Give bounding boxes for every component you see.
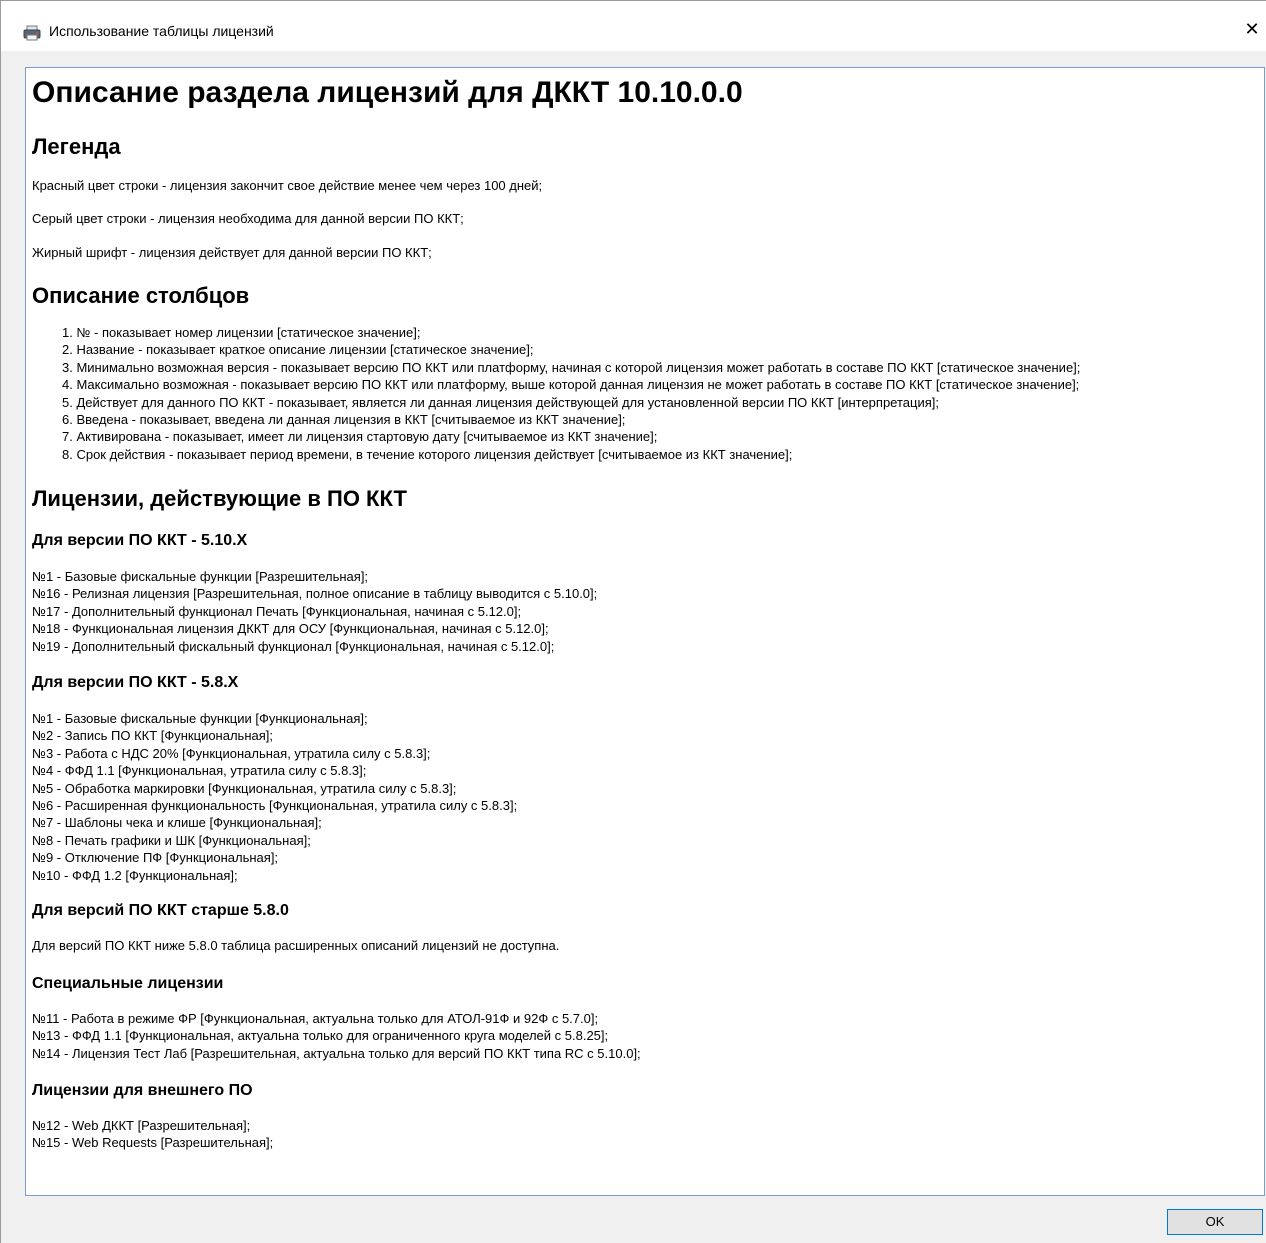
list-item: №8 - Печать графики и ШК [Функциональная…: [32, 832, 311, 848]
external-list: №12 - Web ДККТ [Разрешительная]; №15 - W…: [32, 1117, 273, 1152]
legend-heading: Легенда: [32, 134, 121, 159]
list-item: 1. № - показывает номер лицензии [статич…: [62, 325, 421, 340]
list-item: 8. Срок действия - показывает период вре…: [62, 446, 793, 462]
list-item: №16 - Релизная лицензия [Разрешительная,…: [32, 586, 598, 602]
legend-line-2: Серый цвет строки - лицензия необходима …: [32, 211, 464, 226]
list-item: №12 - Web ДККТ [Разрешительная];: [32, 1118, 251, 1133]
document-title: Описание раздела лицензий для ДККТ 10.10…: [32, 76, 743, 109]
list-item: №7 - Шаблоны чека и клише [Функциональна…: [32, 815, 322, 831]
close-icon[interactable]: ✕: [1237, 15, 1266, 45]
list-item: №4 - ФФД 1.1 [Функциональная, утратила с…: [32, 763, 367, 779]
window-title: Использование таблицы лицензий: [49, 23, 274, 39]
list-item: №13 - ФФД 1.1 [Функциональная, актуальна…: [32, 1028, 609, 1044]
list-item: №5 - Обработка маркировки [Функциональна…: [32, 780, 457, 796]
list-item: №14 - Лицензия Тест Лаб [Разрешительная,…: [32, 1045, 641, 1061]
special-list: №11 - Работа в режиме ФР [Функциональная…: [32, 1010, 641, 1062]
older-heading: Для версий ПО ККТ старше 5.8.0: [32, 902, 289, 919]
licenses-heading: Лицензии, действующие в ПО ККТ: [32, 486, 407, 511]
list-item: 3. Минимально возможная версия - показыв…: [62, 359, 1081, 375]
list-item: №1 - Базовые фискальные функции [Функцио…: [32, 711, 368, 726]
v58-list: №1 - Базовые фискальные функции [Функцио…: [32, 710, 517, 884]
columns-heading: Описание столбцов: [32, 283, 250, 308]
v510-list: №1 - Базовые фискальные функции [Разреши…: [32, 568, 597, 655]
v58-heading: Для версии ПО ККТ - 5.8.X: [32, 674, 239, 691]
list-item: №2 - Запись ПО ККТ [Функциональная];: [32, 728, 274, 744]
legend-line-3: Жирный шрифт - лицензия действует для да…: [32, 245, 432, 260]
list-item: 6. Введена - показывает, введена ли данн…: [62, 412, 626, 428]
list-item: №17 - Дополнительный функционал Печать […: [32, 603, 522, 619]
v510-heading: Для версии ПО ККТ - 5.10.X: [32, 532, 248, 549]
ok-button[interactable]: OK: [1167, 1209, 1263, 1235]
list-item: 7. Активирована - показывает, имеет ли л…: [62, 429, 658, 445]
list-item: 2. Название - показывает краткое описани…: [62, 342, 534, 358]
list-item: №9 - Отключение ПФ [Функциональная];: [32, 850, 279, 866]
list-item: 4. Максимально возможная - показывает ве…: [62, 377, 1080, 393]
title-bar[interactable]: Использование таблицы лицензий ✕: [1, 1, 1266, 51]
list-item: №1 - Базовые фискальные функции [Разреши…: [32, 569, 369, 584]
list-item: №18 - Функциональная лицензия ДККТ для О…: [32, 621, 549, 637]
older-text: Для версий ПО ККТ ниже 5.8.0 таблица рас…: [32, 938, 560, 953]
legend-line-1: Красный цвет строки - лицензия закончит …: [32, 178, 543, 193]
columns-list: 1. № - показывает номер лицензии [статич…: [62, 324, 1080, 463]
list-item: №6 - Расширенная функциональность [Функц…: [32, 798, 518, 814]
description-panel[interactable]: Описание раздела лицензий для ДККТ 10.10…: [25, 67, 1265, 1196]
printer-app-icon: [23, 25, 41, 41]
list-item: 5. Действует для данного ПО ККТ - показы…: [62, 394, 939, 410]
special-heading: Специальные лицензии: [32, 975, 224, 992]
list-item: №10 - ФФД 1.2 [Функциональная];: [32, 867, 238, 883]
list-item: №15 - Web Requests [Разрешительная];: [32, 1135, 274, 1151]
list-item: №19 - Дополнительный фискальный функцион…: [32, 638, 555, 654]
list-item: №11 - Работа в режиме ФР [Функциональная…: [32, 1011, 599, 1026]
dialog-window: Использование таблицы лицензий ✕ Описани…: [0, 0, 1266, 1243]
external-heading: Лицензии для внешнего ПО: [32, 1082, 253, 1099]
list-item: №3 - Работа с НДС 20% [Функциональная, у…: [32, 745, 431, 761]
